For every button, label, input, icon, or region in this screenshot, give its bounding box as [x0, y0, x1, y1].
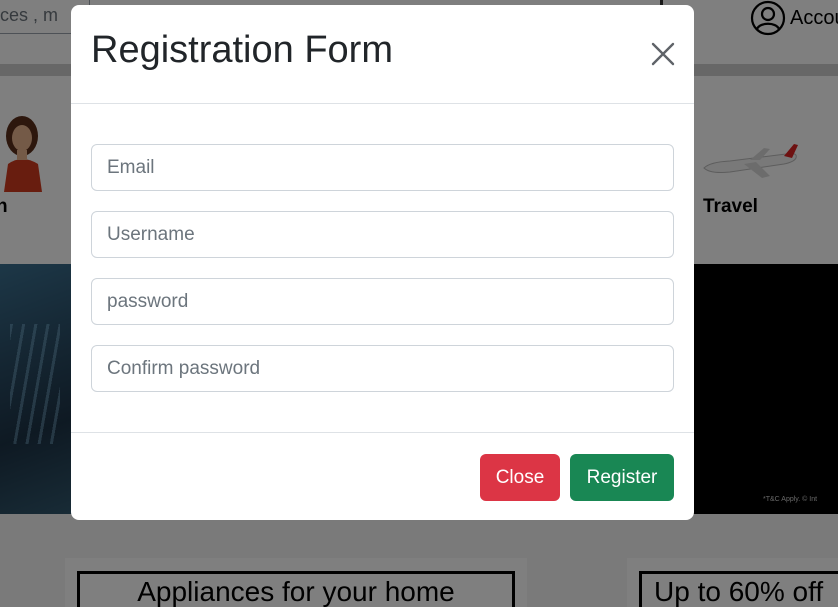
- email-field[interactable]: [91, 144, 674, 191]
- password-field[interactable]: [91, 278, 674, 325]
- confirm-password-field[interactable]: [91, 345, 674, 392]
- modal-body: [71, 104, 694, 432]
- close-icon[interactable]: [650, 41, 676, 67]
- username-field[interactable]: [91, 211, 674, 258]
- modal-footer: Close Register: [71, 432, 694, 520]
- modal-title: Registration Form: [91, 29, 393, 71]
- close-button[interactable]: Close: [480, 454, 560, 501]
- modal-header: Registration Form: [71, 5, 694, 104]
- registration-modal: Registration Form Close Register: [71, 5, 694, 520]
- register-button[interactable]: Register: [570, 454, 674, 501]
